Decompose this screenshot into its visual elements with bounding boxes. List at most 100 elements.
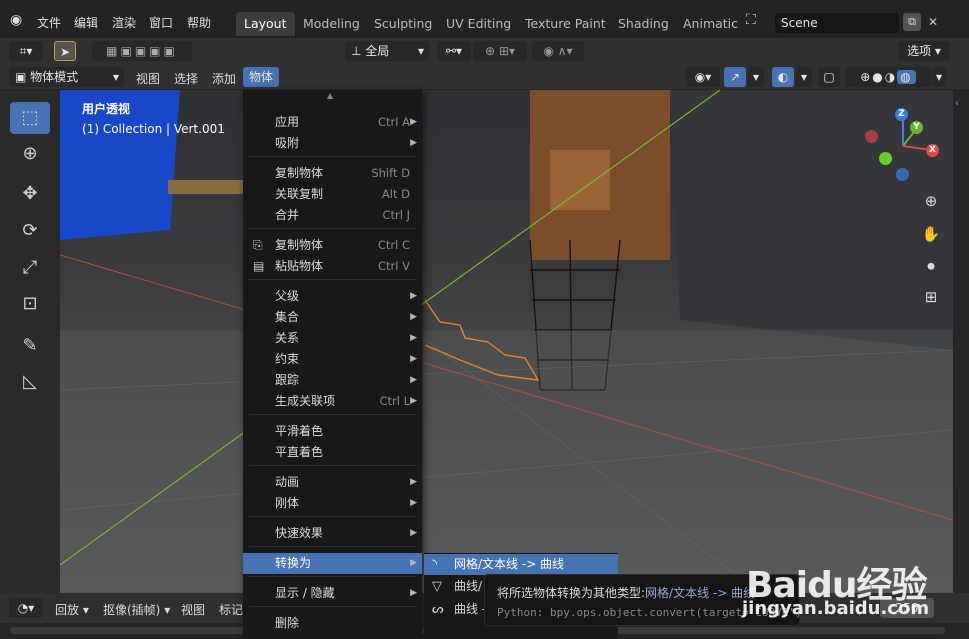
transform-tool[interactable]: ⊡: [10, 288, 50, 320]
snap-target-dropdown[interactable]: ⚯▾: [437, 41, 471, 61]
measure-tool[interactable]: ◺: [10, 366, 50, 398]
menu-add[interactable]: 添加: [212, 70, 236, 87]
submenu-arrow-icon: ▶: [410, 333, 417, 343]
tab-shading[interactable]: Shading: [610, 12, 677, 36]
object-menu-item[interactable]: ⎘ 复制物体 Ctrl C: [243, 235, 422, 256]
cursor-arrow-icon: ➤: [59, 45, 71, 59]
overlay-dropdown[interactable]: ▾: [796, 67, 812, 87]
object-menu-item[interactable]: 快速效果 ▶: [243, 523, 422, 544]
menu-item-shortcut: Ctrl A: [378, 115, 410, 129]
annotate-tool[interactable]: ✎: [10, 330, 50, 362]
menu-scroll-up-icon[interactable]: ▲: [327, 91, 333, 100]
object-menu-item[interactable]: ▤ 粘贴物体 Ctrl V: [243, 256, 422, 277]
gizmo-x-axis[interactable]: X: [926, 144, 939, 157]
object-menu-item[interactable]: 刚体 ▶: [243, 493, 422, 514]
menu-select[interactable]: 选择: [174, 70, 198, 87]
camera-icon[interactable]: ⏺: [918, 253, 944, 279]
axis-gizmo[interactable]: Z Y X: [865, 104, 945, 194]
menu-object[interactable]: 物体: [243, 67, 279, 87]
overlay-toggle[interactable]: ◐: [772, 67, 794, 87]
object-menu-item[interactable]: 显示 / 隐藏 ▶: [243, 583, 422, 604]
tab-texture-paint[interactable]: Texture Paint: [517, 12, 614, 36]
snap-toggle[interactable]: ⊕ ⊞▾: [473, 41, 527, 61]
menu-render[interactable]: 渲染: [112, 14, 136, 31]
proportional-edit[interactable]: ◉ ∧▾: [532, 41, 584, 61]
tab-animation[interactable]: Animatic: [675, 12, 739, 36]
object-menu-item[interactable]: 应用 Ctrl A ▶: [243, 112, 422, 133]
convert-item-label: 网格/文本线 -> 曲线: [454, 557, 565, 571]
scale-tool[interactable]: ⤢: [10, 252, 50, 284]
object-menu-item[interactable]: 生成关联项 Ctrl L ▶: [243, 391, 422, 412]
menu-file[interactable]: 文件: [37, 14, 61, 31]
link-icon: ⚯▾: [445, 44, 463, 58]
sidebar-strip[interactable]: ‹: [953, 90, 969, 593]
marker-menu[interactable]: 标记: [219, 601, 243, 618]
tab-layout[interactable]: Layout: [236, 12, 295, 36]
transform-orientation-dropdown[interactable]: ⊥ 全局 ▾: [345, 41, 429, 61]
object-menu-item[interactable]: 集合 ▶: [243, 307, 422, 328]
object-menu-item[interactable]: 复制物体 Shift D: [243, 163, 422, 184]
clock-icon: ◔▾: [17, 601, 35, 615]
object-menu-item[interactable]: 删除: [243, 613, 422, 634]
object-menu-item[interactable]: 转换为 ▶: [243, 553, 422, 574]
object-menu-item[interactable]: 父级 ▶: [243, 286, 422, 307]
blender-logo-icon[interactable]: ◉: [10, 12, 26, 28]
menu-item-label: 粘贴物体: [275, 259, 324, 273]
object-menu-item[interactable]: 约束 ▶: [243, 349, 422, 370]
object-menu-item[interactable]: 合并 Ctrl J: [243, 205, 422, 226]
options-dropdown[interactable]: 选项 ▾: [898, 41, 950, 61]
gizmo-neg-x[interactable]: [865, 130, 878, 143]
3d-viewport[interactable]: 用户透视 (1) Collection | Vert.001 Z Y X ⊕ ✋…: [60, 90, 953, 593]
keying-menu[interactable]: 抠像(插帧) ▾: [103, 601, 170, 618]
object-menu-item[interactable]: 动画 ▶: [243, 472, 422, 493]
scene-selector-icon[interactable]: ⛶: [746, 12, 756, 28]
playback-menu[interactable]: 回放 ▾: [55, 601, 89, 618]
xray-toggle[interactable]: ▢: [818, 67, 840, 87]
shading-dropdown[interactable]: ▾: [932, 67, 946, 87]
object-menu-item[interactable]: 吸附 ▶: [243, 133, 422, 154]
mode-dropdown[interactable]: ▣ 物体模式 ▾: [9, 67, 124, 87]
measure-icon: ◺: [23, 371, 37, 392]
sidebar-toggle-icon[interactable]: ‹: [955, 98, 959, 109]
grid-view-icon[interactable]: ⊞: [918, 284, 944, 310]
zoom-icon[interactable]: ⊕: [918, 188, 944, 214]
gizmo-neg-y[interactable]: [879, 152, 892, 165]
menu-item-label: 应用: [275, 115, 300, 129]
rotate-tool[interactable]: ⟳: [10, 215, 50, 247]
selection-mode-group[interactable]: ▦▣▣▣▣: [92, 41, 192, 61]
pivot-dropdown[interactable]: ⌗▾: [9, 41, 43, 61]
object-menu-item[interactable]: 关系 ▶: [243, 328, 422, 349]
gizmo-toggle[interactable]: ↗: [724, 67, 746, 87]
shading-mode-group[interactable]: ⊕●◑ ◍: [845, 67, 931, 87]
menu-window[interactable]: 窗口: [149, 14, 173, 31]
pan-hand-icon[interactable]: ✋: [918, 221, 944, 247]
menu-separator: [249, 576, 416, 577]
new-scene-icon[interactable]: ⧉: [903, 13, 921, 31]
gizmo-z-axis[interactable]: Z: [895, 108, 908, 121]
menu-view[interactable]: 视图: [136, 70, 160, 87]
timeline-view-menu[interactable]: 视图: [181, 601, 205, 618]
select-box-tool[interactable]: ⬚: [10, 102, 50, 134]
object-menu-item[interactable]: 关联复制 Alt D: [243, 184, 422, 205]
visibility-dropdown[interactable]: ◉▾: [686, 67, 720, 87]
gizmo-y-axis[interactable]: Y: [910, 121, 923, 134]
move-tool[interactable]: ✥: [10, 178, 50, 210]
close-icon[interactable]: ✕: [925, 13, 941, 31]
scene-field[interactable]: Scene: [775, 13, 899, 33]
menu-edit[interactable]: 编辑: [74, 14, 98, 31]
tab-sculpting[interactable]: Sculpting: [366, 12, 440, 36]
select-tool-button[interactable]: ➤: [54, 41, 76, 61]
tab-uv-editing[interactable]: UV Editing: [438, 12, 519, 36]
paste-icon: ▤: [253, 259, 265, 273]
tab-modeling[interactable]: Modeling: [295, 12, 368, 36]
gizmo-neg-z[interactable]: [896, 168, 909, 181]
object-menu-item[interactable]: 跟踪 ▶: [243, 370, 422, 391]
cursor-tool[interactable]: ⊕: [10, 138, 50, 170]
object-menu-item[interactable]: 平直着色: [243, 442, 422, 463]
object-menu-item[interactable]: 平滑着色: [243, 421, 422, 442]
menu-help[interactable]: 帮助: [187, 14, 211, 31]
gizmo-dropdown[interactable]: ▾: [748, 67, 764, 87]
menu-item-shortcut: Ctrl C: [377, 238, 410, 252]
editor-type-dropdown[interactable]: ◔▾: [9, 598, 43, 618]
convert-mesh-to-curve[interactable]: ◝ 网格/文本线 -> 曲线: [424, 554, 618, 575]
